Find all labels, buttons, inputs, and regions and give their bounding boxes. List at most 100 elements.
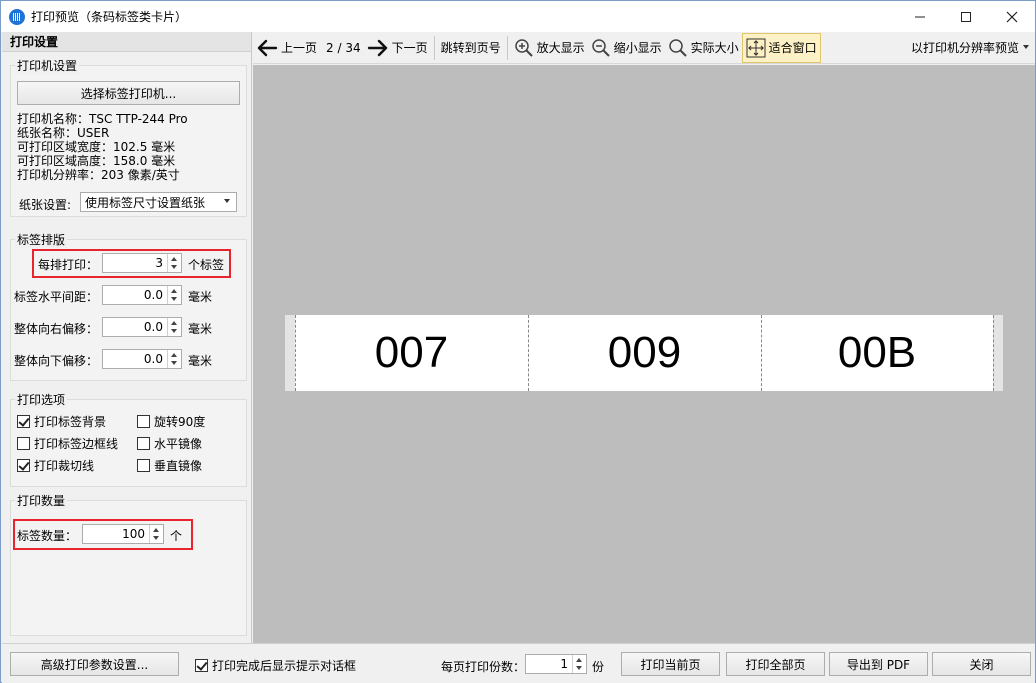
print-border-label: 打印标签边框线 bbox=[34, 437, 119, 451]
cut-line bbox=[993, 315, 994, 391]
spinner-arrows[interactable] bbox=[167, 318, 181, 336]
print-current-button[interactable]: 打印当前页 bbox=[621, 652, 720, 676]
zoom-in-label: 放大显示 bbox=[536, 41, 585, 55]
copies-value: 1 bbox=[560, 657, 568, 671]
minimize-button[interactable] bbox=[897, 1, 943, 32]
highlight-box-per-row bbox=[32, 249, 231, 278]
print-options-group: 打印选项 打印标签背景 旋转90度 打印标签边框线 水平镜像 打印裁切线 垂直镜… bbox=[10, 391, 247, 487]
close-window-button[interactable] bbox=[989, 1, 1035, 32]
print-bg-label: 打印标签背景 bbox=[34, 415, 107, 429]
fit-window-button[interactable]: 适合窗口 bbox=[741, 32, 821, 63]
right-offset-label: 整体向右偏移： bbox=[14, 322, 99, 336]
up-arrow-icon bbox=[171, 321, 177, 325]
advanced-settings-button[interactable]: 高级打印参数设置... bbox=[10, 652, 179, 676]
select-printer-button[interactable]: 选择标签打印机... bbox=[17, 81, 240, 105]
h-gap-label: 标签水平间距： bbox=[14, 290, 99, 304]
window-title: 打印预览（条码标签类卡片） bbox=[31, 10, 188, 24]
paper-setting-value: 使用标签尺寸设置纸张 bbox=[85, 195, 206, 210]
group-title: 打印机设置 bbox=[15, 57, 80, 74]
preview-canvas: 007 009 00B bbox=[253, 65, 1035, 643]
strip-edge-left bbox=[285, 315, 295, 391]
rotate90-checkbox[interactable]: 旋转90度 bbox=[137, 413, 205, 430]
print-all-button[interactable]: 打印全部页 bbox=[726, 652, 825, 676]
prev-page-button[interactable]: 上一页 bbox=[253, 33, 320, 63]
zoom-out-button[interactable]: 缩小显示 bbox=[588, 33, 665, 63]
next-page-label: 下一页 bbox=[391, 41, 428, 55]
preview-toolbar: 上一页 2 / 34 下一页 跳转到页号 放大显示 缩小显示 实际大小 适合窗口… bbox=[253, 32, 1035, 64]
chevron-down-icon bbox=[1023, 45, 1029, 49]
prev-page-label: 上一页 bbox=[281, 41, 318, 55]
jump-to-page-button[interactable]: 跳转到页号 bbox=[438, 33, 504, 63]
print-bg-checkbox[interactable]: 打印标签背景 bbox=[17, 413, 106, 430]
show-dialog-checkbox[interactable]: 打印完成后显示提示对话框 bbox=[195, 657, 356, 674]
h-mirror-label: 水平镜像 bbox=[154, 437, 203, 451]
zoom-out-label: 缩小显示 bbox=[613, 41, 662, 55]
down-offset-value: 0.0 bbox=[143, 352, 163, 366]
group-title: 打印数量 bbox=[15, 492, 68, 509]
actual-size-button[interactable]: 实际大小 bbox=[665, 33, 742, 63]
arrow-right-icon bbox=[367, 39, 387, 56]
title-bar: 打印预览（条码标签类卡片） bbox=[1, 1, 1035, 32]
down-offset-unit: 毫米 bbox=[188, 354, 213, 368]
label-layout-group: 标签排版 每排打印： 3 个标签 标签水平间距： 0.0 毫米 整体向右偏移： … bbox=[10, 231, 247, 381]
checkbox-unchecked-icon bbox=[137, 459, 150, 472]
panel-header: 打印设置 bbox=[2, 32, 251, 52]
magnifier-icon bbox=[668, 38, 687, 57]
minimize-icon bbox=[915, 16, 925, 17]
h-gap-spinner[interactable]: 0.0 bbox=[102, 285, 182, 305]
checkbox-unchecked-icon bbox=[137, 437, 150, 450]
down-arrow-icon bbox=[171, 329, 177, 333]
fit-window-label: 适合窗口 bbox=[768, 41, 817, 55]
print-preview-window: 打印预览（条码标签类卡片） 打印设置 打印机设置 选择标签打印机... 打印机名… bbox=[0, 0, 1036, 683]
paper-name: 纸张名称：USER bbox=[17, 126, 110, 140]
printer-resolution: 打印机分辨率：203 像素/英寸 bbox=[17, 168, 180, 182]
bottom-bar: 高级打印参数设置... 打印完成后显示提示对话框 每页打印份数： 1 份 打印当… bbox=[2, 643, 1035, 683]
print-cut-checkbox[interactable]: 打印裁切线 bbox=[17, 457, 94, 474]
label-card: 00B bbox=[837, 328, 917, 377]
down-offset-spinner[interactable]: 0.0 bbox=[102, 349, 182, 369]
v-mirror-checkbox[interactable]: 垂直镜像 bbox=[137, 457, 202, 474]
print-width: 可打印区域宽度：102.5 毫米 bbox=[17, 140, 176, 154]
spinner-arrows[interactable] bbox=[167, 350, 181, 368]
next-page-button[interactable]: 下一页 bbox=[364, 33, 431, 63]
checkbox-unchecked-icon bbox=[17, 437, 30, 450]
down-offset-label: 整体向下偏移： bbox=[14, 354, 99, 368]
right-offset-unit: 毫米 bbox=[188, 322, 213, 336]
up-arrow-icon bbox=[171, 353, 177, 357]
label-card: 007 bbox=[374, 328, 449, 377]
export-pdf-button[interactable]: 导出到 PDF bbox=[829, 652, 928, 676]
label-card: 009 bbox=[607, 328, 682, 377]
toolbar-separator bbox=[506, 35, 508, 60]
h-gap-value: 0.0 bbox=[143, 288, 163, 302]
h-mirror-checkbox[interactable]: 水平镜像 bbox=[137, 435, 202, 452]
spinner-arrows[interactable] bbox=[572, 655, 586, 673]
print-border-checkbox[interactable]: 打印标签边框线 bbox=[17, 435, 118, 452]
actual-size-label: 实际大小 bbox=[690, 41, 739, 55]
strip-edge-right bbox=[993, 315, 1003, 391]
copies-spinner[interactable]: 1 bbox=[525, 654, 587, 674]
zoom-in-button[interactable]: 放大显示 bbox=[511, 33, 588, 63]
highlight-box-qty bbox=[13, 519, 193, 550]
up-arrow-icon bbox=[576, 658, 582, 662]
app-icon bbox=[9, 8, 25, 25]
copies-label: 每页打印份数： bbox=[441, 660, 526, 674]
preview-mode-dropdown[interactable]: 以打印机分辨率预览 bbox=[911, 32, 1029, 62]
down-arrow-icon bbox=[576, 666, 582, 670]
chevron-down-icon bbox=[224, 199, 230, 203]
v-mirror-label: 垂直镜像 bbox=[154, 459, 203, 473]
right-offset-value: 0.0 bbox=[143, 320, 163, 334]
right-offset-spinner[interactable]: 0.0 bbox=[102, 317, 182, 337]
paper-setting-label: 纸张设置: bbox=[19, 198, 72, 212]
maximize-button[interactable] bbox=[943, 1, 989, 32]
paper-setting-select[interactable]: 使用标签尺寸设置纸张 bbox=[80, 192, 237, 212]
down-arrow-icon bbox=[171, 361, 177, 365]
print-height: 可打印区域高度：158.0 毫米 bbox=[17, 154, 176, 168]
print-quantity-group: 打印数量 标签数量： 100 个 bbox=[10, 492, 247, 636]
copies-unit: 份 bbox=[592, 660, 605, 674]
close-button[interactable]: 关闭 bbox=[932, 652, 1031, 676]
printer-settings-group: 打印机设置 选择标签打印机... 打印机名称：TSC TTP-244 Pro 纸… bbox=[10, 57, 247, 217]
toolbar-separator bbox=[433, 35, 435, 60]
fit-window-icon bbox=[746, 38, 766, 57]
up-arrow-icon bbox=[171, 289, 177, 293]
spinner-arrows[interactable] bbox=[167, 286, 181, 304]
